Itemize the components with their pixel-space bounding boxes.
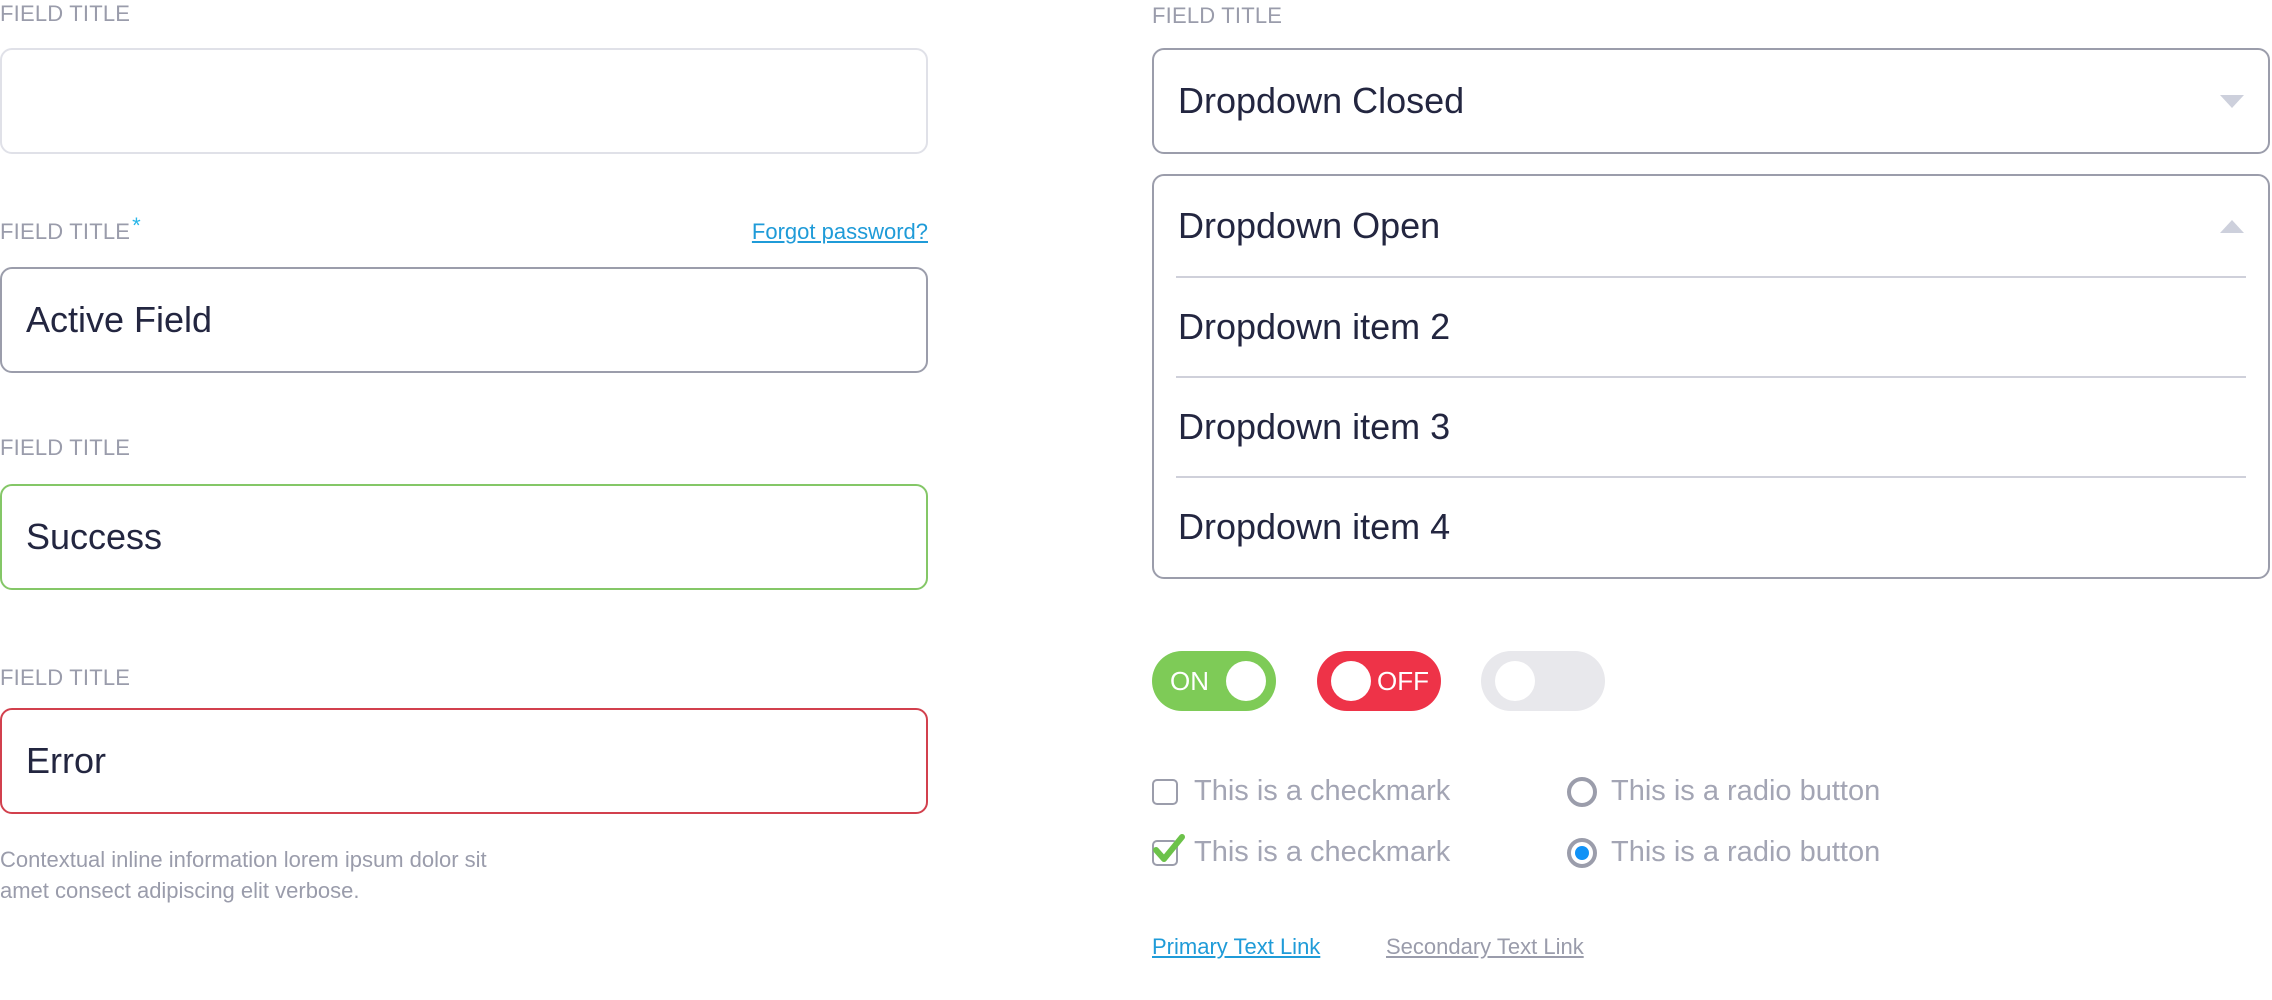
- toggle-knob: [1495, 661, 1535, 701]
- error-text-input[interactable]: Error: [0, 708, 928, 814]
- error-field-label: FIELD TITLE: [0, 665, 131, 690]
- radio-dot: [1575, 845, 1589, 860]
- toggle-disabled: [1481, 651, 1605, 711]
- toggle-knob: [1226, 661, 1266, 701]
- checkbox-icon[interactable]: [1152, 778, 1178, 805]
- active-field-label-text: FIELD TITLE: [0, 219, 131, 244]
- toggle-on[interactable]: ON: [1152, 651, 1276, 711]
- radio-icon[interactable]: [1567, 776, 1597, 807]
- checkbox-label: This is a checkmark: [1194, 836, 1451, 868]
- primary-text-link[interactable]: Primary Text Link: [1152, 934, 1320, 960]
- toggle-off-label: OFF: [1377, 665, 1429, 696]
- helper-text: Contextual inline information lorem ipsu…: [0, 844, 560, 906]
- active-field-label: FIELD TITLE*: [0, 215, 141, 244]
- success-field-label: FIELD TITLE: [0, 435, 131, 460]
- caret-down-icon[interactable]: [2220, 94, 2244, 108]
- dropdown-closed-value: Dropdown Closed: [1178, 80, 1465, 121]
- radio-selected[interactable]: This is a radio button: [1567, 836, 1880, 869]
- checkbox-checked-icon[interactable]: [1152, 833, 1185, 866]
- dropdown-item[interactable]: Dropdown item 3: [1176, 376, 2246, 476]
- dropdown-item[interactable]: Dropdown item 4: [1176, 476, 2246, 576]
- forgot-password-link[interactable]: Forgot password?: [752, 219, 928, 245]
- radio-label: This is a radio button: [1611, 836, 1881, 868]
- caret-up-icon[interactable]: [2220, 219, 2244, 233]
- toggle-off[interactable]: OFF: [1317, 651, 1441, 711]
- empty-text-input[interactable]: [0, 48, 928, 154]
- radio-label: This is a radio button: [1611, 775, 1881, 807]
- checkbox-unchecked[interactable]: This is a checkmark: [1152, 775, 1450, 808]
- checkmark-icon: [1153, 833, 1185, 862]
- dropdown-field-label: FIELD TITLE: [1152, 3, 1283, 28]
- required-asterisk: *: [132, 213, 141, 238]
- success-text-input[interactable]: Success: [0, 484, 928, 590]
- helper-text-line: Contextual inline information lorem ipsu…: [0, 847, 487, 872]
- dropdown-open-header[interactable]: Dropdown Open: [1154, 176, 2268, 276]
- dropdown-open[interactable]: Dropdown Open Dropdown item 2 Dropdown i…: [1152, 174, 2270, 579]
- toggle-knob: [1331, 661, 1371, 701]
- helper-text-line: amet consect adipiscing elit verbose.: [0, 878, 360, 903]
- dropdown-item[interactable]: Dropdown item 2: [1176, 276, 2246, 376]
- dropdown-open-value: Dropdown Open: [1178, 205, 1441, 246]
- radio-selected-icon[interactable]: [1567, 837, 1597, 868]
- dropdown-closed[interactable]: Dropdown Closed: [1152, 48, 2270, 154]
- active-text-input[interactable]: Active Field: [0, 267, 928, 373]
- checkbox-checked[interactable]: This is a checkmark: [1152, 833, 1451, 869]
- checkbox-label: This is a checkmark: [1194, 775, 1451, 807]
- radio-unselected[interactable]: This is a radio button: [1567, 775, 1880, 808]
- toggle-on-label: ON: [1170, 665, 1209, 696]
- secondary-text-link[interactable]: Secondary Text Link: [1386, 934, 1584, 960]
- empty-field-label: FIELD TITLE: [0, 1, 131, 26]
